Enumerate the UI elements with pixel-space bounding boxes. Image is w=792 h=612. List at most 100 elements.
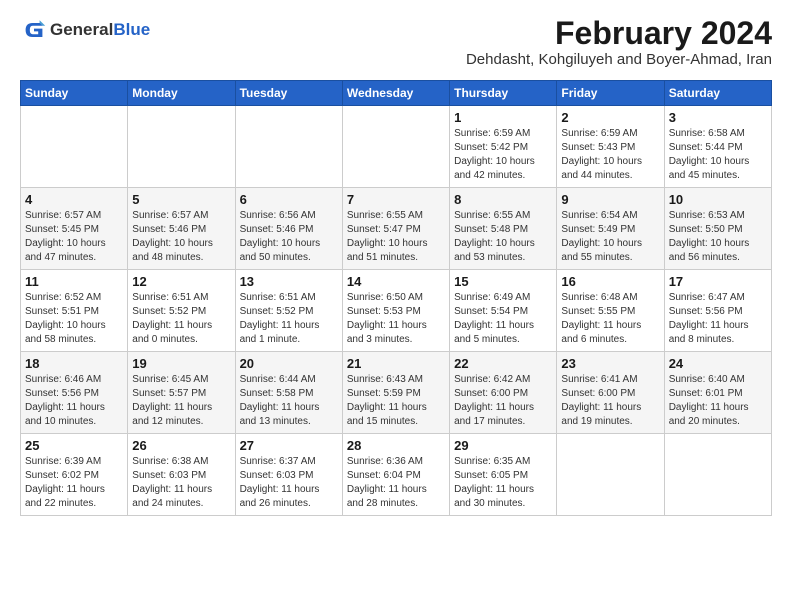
calendar-cell: 15 Sunrise: 6:49 AM Sunset: 5:54 PM Dayli… bbox=[450, 270, 557, 352]
calendar-cell: 4 Sunrise: 6:57 AM Sunset: 5:45 PM Daylig… bbox=[21, 188, 128, 270]
logo-general: General bbox=[50, 20, 113, 39]
col-monday: Monday bbox=[128, 81, 235, 106]
day-info: Sunrise: 6:59 AM Sunset: 5:42 PM Dayligh… bbox=[454, 127, 552, 183]
calendar-cell: 8 Sunrise: 6:55 AM Sunset: 5:48 PM Daylig… bbox=[450, 188, 557, 270]
day-number: 19 bbox=[132, 356, 230, 371]
day-info: Sunrise: 6:35 AM Sunset: 6:05 PM Dayligh… bbox=[454, 455, 552, 511]
day-info: Sunrise: 6:37 AM Sunset: 6:03 PM Dayligh… bbox=[240, 455, 338, 511]
calendar-cell bbox=[128, 106, 235, 188]
day-number: 14 bbox=[347, 274, 445, 289]
calendar-cell bbox=[21, 106, 128, 188]
calendar-cell: 26Sunrise: 6:38 AM Sunset: 6:03 PM Dayli… bbox=[128, 434, 235, 516]
calendar-cell: 22Sunrise: 6:42 AM Sunset: 6:00 PM Dayli… bbox=[450, 352, 557, 434]
weekday-row: Sunday Monday Tuesday Wednesday Thursday… bbox=[21, 81, 772, 106]
day-info: Sunrise: 6:51 AM Sunset: 5:52 PM Dayligh… bbox=[132, 291, 230, 347]
day-number: 12 bbox=[132, 274, 230, 289]
calendar-cell: 13Sunrise: 6:51 AM Sunset: 5:52 PM Dayli… bbox=[235, 270, 342, 352]
day-number: 26 bbox=[132, 438, 230, 453]
calendar-cell: 24Sunrise: 6:40 AM Sunset: 6:01 PM Dayli… bbox=[664, 352, 771, 434]
calendar-cell: 14 Sunrise: 6:50 AM Sunset: 5:53 PM Dayli… bbox=[342, 270, 449, 352]
col-wednesday: Wednesday bbox=[342, 81, 449, 106]
calendar-cell: 10Sunrise: 6:53 AM Sunset: 5:50 PM Dayli… bbox=[664, 188, 771, 270]
day-number: 21 bbox=[347, 356, 445, 371]
calendar-cell: 27 Sunrise: 6:37 AM Sunset: 6:03 PM Dayli… bbox=[235, 434, 342, 516]
day-info: Sunrise: 6:59 AM Sunset: 5:43 PM Dayligh… bbox=[561, 127, 659, 183]
calendar-cell: 2 Sunrise: 6:59 AM Sunset: 5:43 PM Daylig… bbox=[557, 106, 664, 188]
day-info: Sunrise: 6:45 AM Sunset: 5:57 PM Dayligh… bbox=[132, 373, 230, 429]
page-title: February 2024 bbox=[466, 16, 772, 51]
calendar-cell bbox=[342, 106, 449, 188]
calendar-cell: 29 Sunrise: 6:35 AM Sunset: 6:05 PM Dayli… bbox=[450, 434, 557, 516]
day-info: Sunrise: 6:53 AM Sunset: 5:50 PM Dayligh… bbox=[669, 209, 767, 265]
day-number: 25 bbox=[25, 438, 123, 453]
calendar-week-4: 18Sunrise: 6:46 AM Sunset: 5:56 PM Dayli… bbox=[21, 352, 772, 434]
day-number: 5 bbox=[132, 192, 230, 207]
day-info: Sunrise: 6:43 AM Sunset: 5:59 PM Dayligh… bbox=[347, 373, 445, 429]
page: GeneralBlue February 2024 Dehdasht, Kohg… bbox=[0, 0, 792, 612]
day-number: 23 bbox=[561, 356, 659, 371]
calendar-cell: 1 Sunrise: 6:59 AM Sunset: 5:42 PM Daylig… bbox=[450, 106, 557, 188]
logo: GeneralBlue bbox=[20, 16, 150, 44]
col-sunday: Sunday bbox=[21, 81, 128, 106]
calendar-cell bbox=[557, 434, 664, 516]
logo-icon bbox=[20, 16, 48, 44]
day-number: 18 bbox=[25, 356, 123, 371]
day-number: 7 bbox=[347, 192, 445, 207]
calendar-cell bbox=[235, 106, 342, 188]
title-section: February 2024 Dehdasht, Kohgiluyeh and B… bbox=[466, 16, 772, 74]
day-info: Sunrise: 6:49 AM Sunset: 5:54 PM Dayligh… bbox=[454, 291, 552, 347]
day-info: Sunrise: 6:55 AM Sunset: 5:48 PM Dayligh… bbox=[454, 209, 552, 265]
calendar-cell: 16 Sunrise: 6:48 AM Sunset: 5:55 PM Dayli… bbox=[557, 270, 664, 352]
day-info: Sunrise: 6:57 AM Sunset: 5:45 PM Dayligh… bbox=[25, 209, 123, 265]
day-info: Sunrise: 6:41 AM Sunset: 6:00 PM Dayligh… bbox=[561, 373, 659, 429]
day-number: 29 bbox=[454, 438, 552, 453]
calendar-cell bbox=[664, 434, 771, 516]
day-number: 15 bbox=[454, 274, 552, 289]
day-number: 8 bbox=[454, 192, 552, 207]
day-number: 13 bbox=[240, 274, 338, 289]
calendar-cell: 23 Sunrise: 6:41 AM Sunset: 6:00 PM Dayli… bbox=[557, 352, 664, 434]
day-number: 4 bbox=[25, 192, 123, 207]
day-info: Sunrise: 6:44 AM Sunset: 5:58 PM Dayligh… bbox=[240, 373, 338, 429]
logo-blue: Blue bbox=[113, 20, 150, 39]
day-info: Sunrise: 6:47 AM Sunset: 5:56 PM Dayligh… bbox=[669, 291, 767, 347]
calendar-table: Sunday Monday Tuesday Wednesday Thursday… bbox=[20, 80, 772, 516]
calendar-cell: 5Sunrise: 6:57 AM Sunset: 5:46 PM Daylig… bbox=[128, 188, 235, 270]
calendar-cell: 17Sunrise: 6:47 AM Sunset: 5:56 PM Dayli… bbox=[664, 270, 771, 352]
calendar-cell: 7 Sunrise: 6:55 AM Sunset: 5:47 PM Daylig… bbox=[342, 188, 449, 270]
day-number: 28 bbox=[347, 438, 445, 453]
col-thursday: Thursday bbox=[450, 81, 557, 106]
day-info: Sunrise: 6:36 AM Sunset: 6:04 PM Dayligh… bbox=[347, 455, 445, 511]
day-number: 16 bbox=[561, 274, 659, 289]
day-number: 20 bbox=[240, 356, 338, 371]
page-subtitle: Dehdasht, Kohgiluyeh and Boyer-Ahmad, Ir… bbox=[466, 51, 772, 68]
col-friday: Friday bbox=[557, 81, 664, 106]
calendar-cell: 18Sunrise: 6:46 AM Sunset: 5:56 PM Dayli… bbox=[21, 352, 128, 434]
calendar-week-1: 1 Sunrise: 6:59 AM Sunset: 5:42 PM Daylig… bbox=[21, 106, 772, 188]
day-info: Sunrise: 6:40 AM Sunset: 6:01 PM Dayligh… bbox=[669, 373, 767, 429]
calendar-cell: 11Sunrise: 6:52 AM Sunset: 5:51 PM Dayli… bbox=[21, 270, 128, 352]
day-number: 3 bbox=[669, 110, 767, 125]
day-number: 27 bbox=[240, 438, 338, 453]
calendar-body: 1 Sunrise: 6:59 AM Sunset: 5:42 PM Daylig… bbox=[21, 106, 772, 516]
day-info: Sunrise: 6:56 AM Sunset: 5:46 PM Dayligh… bbox=[240, 209, 338, 265]
calendar-cell: 6Sunrise: 6:56 AM Sunset: 5:46 PM Daylig… bbox=[235, 188, 342, 270]
calendar-cell: 12 Sunrise: 6:51 AM Sunset: 5:52 PM Dayli… bbox=[128, 270, 235, 352]
calendar-cell: 20 Sunrise: 6:44 AM Sunset: 5:58 PM Dayli… bbox=[235, 352, 342, 434]
day-number: 9 bbox=[561, 192, 659, 207]
calendar-cell: 3Sunrise: 6:58 AM Sunset: 5:44 PM Daylig… bbox=[664, 106, 771, 188]
day-number: 1 bbox=[454, 110, 552, 125]
calendar-header: Sunday Monday Tuesday Wednesday Thursday… bbox=[21, 81, 772, 106]
day-info: Sunrise: 6:48 AM Sunset: 5:55 PM Dayligh… bbox=[561, 291, 659, 347]
calendar-cell: 19 Sunrise: 6:45 AM Sunset: 5:57 PM Dayli… bbox=[128, 352, 235, 434]
logo-text: GeneralBlue bbox=[50, 20, 150, 40]
day-info: Sunrise: 6:55 AM Sunset: 5:47 PM Dayligh… bbox=[347, 209, 445, 265]
day-info: Sunrise: 6:50 AM Sunset: 5:53 PM Dayligh… bbox=[347, 291, 445, 347]
day-number: 22 bbox=[454, 356, 552, 371]
calendar-week-3: 11Sunrise: 6:52 AM Sunset: 5:51 PM Dayli… bbox=[21, 270, 772, 352]
day-number: 2 bbox=[561, 110, 659, 125]
calendar-cell: 21 Sunrise: 6:43 AM Sunset: 5:59 PM Dayli… bbox=[342, 352, 449, 434]
day-info: Sunrise: 6:54 AM Sunset: 5:49 PM Dayligh… bbox=[561, 209, 659, 265]
col-tuesday: Tuesday bbox=[235, 81, 342, 106]
calendar-cell: 25Sunrise: 6:39 AM Sunset: 6:02 PM Dayli… bbox=[21, 434, 128, 516]
